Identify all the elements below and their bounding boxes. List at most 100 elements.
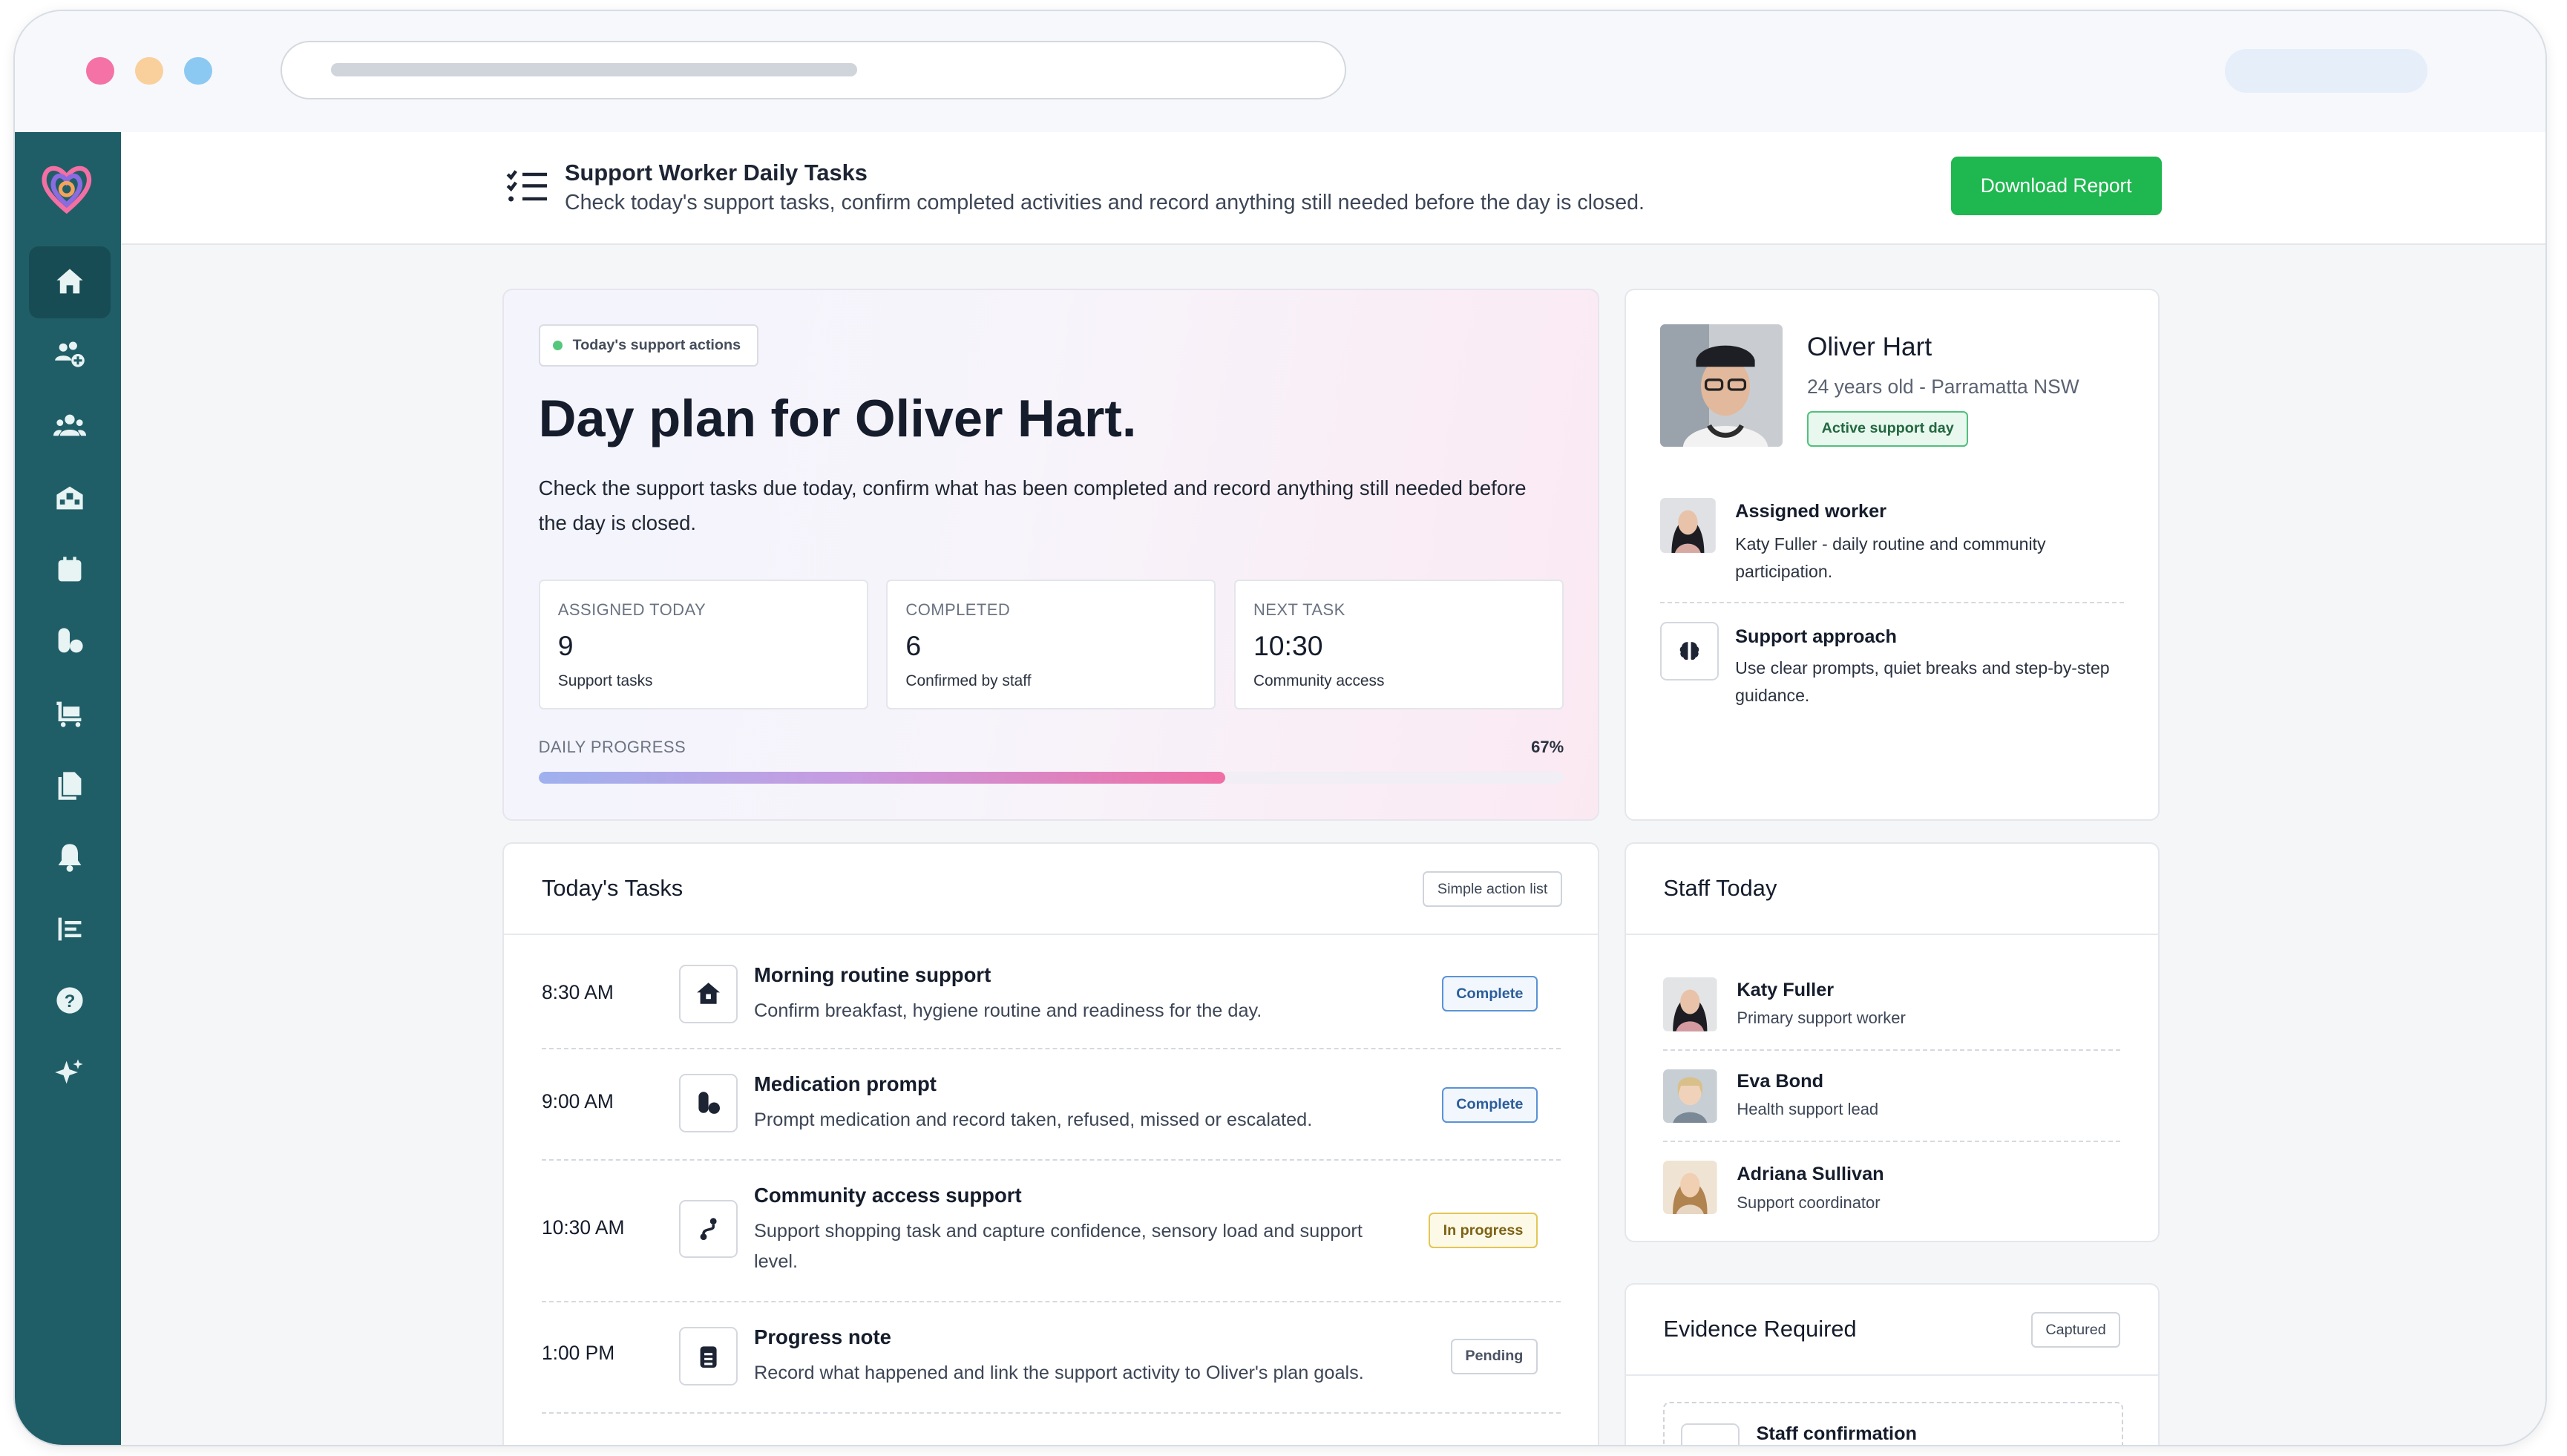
house-icon bbox=[678, 964, 738, 1023]
list-icon bbox=[58, 917, 82, 940]
stat-sub: Support tasks bbox=[557, 672, 653, 689]
task-title[interactable]: Community access support bbox=[754, 1184, 1022, 1207]
progress-bar bbox=[538, 772, 1564, 784]
divider bbox=[504, 933, 1599, 935]
divider bbox=[541, 1300, 1561, 1302]
home-icon bbox=[56, 269, 83, 294]
staff-role: Support coordinator bbox=[1737, 1193, 1881, 1212]
task-title[interactable]: Medication prompt bbox=[754, 1072, 937, 1096]
nav-calendar[interactable] bbox=[29, 534, 111, 606]
status-dot-icon bbox=[553, 341, 563, 351]
task-time: 1:00 PM bbox=[541, 1341, 615, 1364]
status-badge[interactable]: Complete bbox=[1441, 1086, 1538, 1123]
active-support-badge: Active support day bbox=[1806, 410, 1969, 447]
task-title[interactable]: Morning routine support bbox=[754, 963, 991, 987]
support-approach-title: Support approach bbox=[1735, 626, 1898, 648]
todays-tasks-card: Today's Tasks Simple action list 8:30 AM… bbox=[502, 842, 1600, 1445]
status-badge[interactable]: In progress bbox=[1429, 1213, 1538, 1249]
task-description: Confirm breakfast, hygiene routine and r… bbox=[753, 1000, 1262, 1021]
staff-role: Health support lead bbox=[1737, 1100, 1879, 1119]
staff-avatar[interactable] bbox=[1663, 977, 1717, 1032]
staff-name: Katy Fuller bbox=[1737, 979, 1835, 1000]
users-icon bbox=[53, 414, 87, 436]
nav-documents[interactable] bbox=[29, 750, 111, 822]
divider bbox=[1625, 1374, 2158, 1376]
page-header: Support Worker Daily Tasks Check today's… bbox=[120, 131, 2545, 245]
tag-label: Today's support actions bbox=[572, 337, 741, 354]
divider bbox=[541, 1158, 1561, 1161]
client-details: 24 years old - Parramatta NSW bbox=[1806, 375, 2079, 398]
divider bbox=[1625, 933, 2158, 935]
status-badge[interactable]: Pending bbox=[1450, 1338, 1538, 1374]
browser-action-pill[interactable] bbox=[2225, 48, 2428, 94]
task-title[interactable]: Progress note bbox=[754, 1325, 891, 1349]
sidebar: ? bbox=[14, 131, 121, 1445]
client-name: Oliver Hart bbox=[1806, 332, 1932, 362]
nav-add-group[interactable] bbox=[29, 318, 111, 390]
simple-action-list-chip: Simple action list bbox=[1423, 871, 1562, 908]
add-group-icon bbox=[55, 341, 85, 367]
stat-label: COMPLETED bbox=[905, 600, 1011, 619]
close-dot[interactable] bbox=[86, 56, 114, 85]
day-plan-description: Check the support tasks due today, confi… bbox=[538, 476, 1527, 534]
stat-value: 9 bbox=[557, 629, 574, 661]
nav-ai[interactable] bbox=[29, 1037, 111, 1109]
stat-assigned-today: ASSIGNED TODAY 9 Support tasks bbox=[538, 579, 868, 710]
address-bar[interactable] bbox=[281, 40, 1347, 99]
captured-chip: Captured bbox=[2030, 1312, 2121, 1348]
day-plan-title: Day plan for Oliver Hart. bbox=[538, 389, 1137, 448]
support-approach-text: Use clear prompts, quiet breaks and step… bbox=[1735, 658, 2110, 706]
evidence-checkbox[interactable] bbox=[1681, 1423, 1740, 1445]
nav-building[interactable] bbox=[29, 462, 111, 534]
progress-percent: 67% bbox=[1531, 737, 1564, 756]
stat-sub: Confirmed by staff bbox=[905, 672, 1032, 689]
nav-cart[interactable] bbox=[29, 678, 111, 750]
client-avatar[interactable] bbox=[1659, 324, 1783, 447]
download-report-button[interactable]: Download Report bbox=[1950, 156, 2162, 216]
evidence-item[interactable]: Staff confirmation bbox=[1663, 1402, 2124, 1445]
nav-notifications[interactable] bbox=[29, 821, 111, 893]
nav-home[interactable] bbox=[29, 246, 111, 318]
staff-name: Adriana Sullivan bbox=[1737, 1164, 1884, 1185]
day-plan-card: Today's support actions Day plan for Oli… bbox=[502, 289, 1600, 821]
staff-role: Primary support worker bbox=[1737, 1009, 1906, 1028]
minimize-dot[interactable] bbox=[135, 56, 163, 85]
page-subtitle: Check today's support tasks, confirm com… bbox=[564, 191, 1645, 215]
task-time: 8:30 AM bbox=[541, 980, 614, 1003]
divider bbox=[541, 1411, 1561, 1414]
address-placeholder bbox=[331, 63, 857, 76]
app-logo-icon[interactable] bbox=[36, 158, 98, 220]
nav-medication[interactable] bbox=[29, 606, 111, 678]
task-description: Prompt medication and record taken, refu… bbox=[753, 1109, 1313, 1130]
browser-chrome bbox=[14, 11, 2545, 134]
evidence-item-title: Staff confirmation bbox=[1756, 1423, 1917, 1444]
assigned-worker-title: Assigned worker bbox=[1735, 500, 1887, 522]
stat-completed: COMPLETED 6 Confirmed by staff bbox=[886, 579, 1216, 710]
clipboard-icon bbox=[678, 1327, 738, 1386]
nav-list[interactable] bbox=[29, 893, 111, 965]
nav-users[interactable] bbox=[29, 390, 111, 462]
staff-avatar[interactable] bbox=[1663, 1160, 1717, 1215]
support-actions-tag: Today's support actions bbox=[538, 324, 759, 367]
calendar-icon bbox=[58, 556, 82, 581]
divider bbox=[541, 1047, 1561, 1049]
svg-text:?: ? bbox=[65, 991, 76, 1011]
stat-label: NEXT TASK bbox=[1253, 600, 1345, 619]
stat-next-task: NEXT TASK 10:30 Community access bbox=[1233, 579, 1564, 710]
status-badge[interactable]: Complete bbox=[1441, 976, 1538, 1012]
page-title: Support Worker Daily Tasks bbox=[564, 160, 868, 186]
maximize-dot[interactable] bbox=[184, 56, 212, 85]
worker-avatar[interactable] bbox=[1659, 497, 1716, 554]
divider bbox=[1659, 602, 2124, 604]
evidence-required-card: Evidence Required Captured Staff confirm… bbox=[1624, 1282, 2160, 1445]
stat-value: 6 bbox=[905, 629, 922, 661]
evidence-title: Evidence Required bbox=[1663, 1315, 1857, 1342]
brain-icon bbox=[1659, 621, 1719, 681]
task-description: Record what happened and link the suppor… bbox=[753, 1362, 1364, 1383]
nav-help[interactable]: ? bbox=[29, 965, 111, 1037]
staff-avatar[interactable] bbox=[1663, 1069, 1717, 1124]
staff-name: Eva Bond bbox=[1737, 1070, 1824, 1092]
staff-title: Staff Today bbox=[1663, 874, 1777, 901]
browser-window: ? Support Worker Daily Tasks Check today… bbox=[13, 10, 2547, 1446]
cart-icon bbox=[56, 701, 82, 727]
